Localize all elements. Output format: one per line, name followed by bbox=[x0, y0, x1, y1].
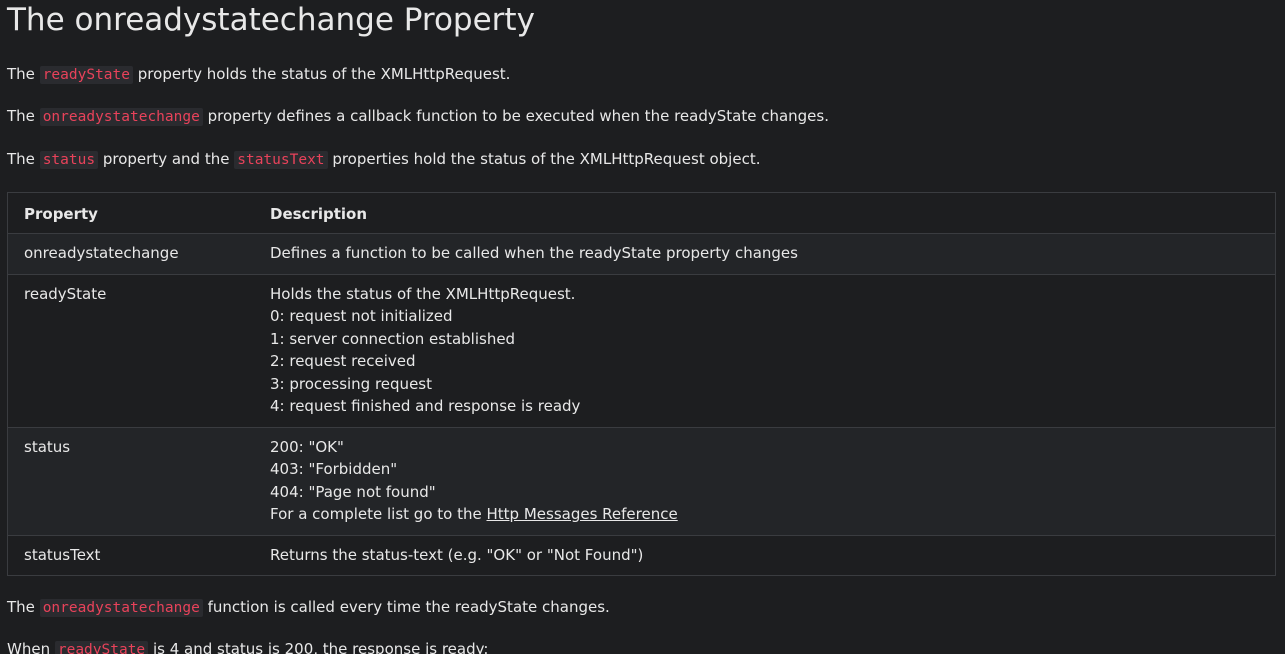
text: function is called every time the readyS… bbox=[207, 598, 610, 616]
property-cell: onreadystatechange bbox=[7, 233, 254, 274]
column-header-property: Property bbox=[24, 204, 98, 223]
table-row: status 200: "OK" 403: "Forbidden" 404: "… bbox=[7, 426, 1276, 535]
description-line: For a complete list go to the Http Messa… bbox=[270, 503, 1259, 526]
description-line: 403: "Forbidden" bbox=[270, 460, 398, 478]
description-cell: Defines a function to be called when the… bbox=[254, 233, 1276, 274]
code-statustext: statusText bbox=[234, 151, 328, 169]
http-messages-reference-link[interactable]: Http Messages Reference bbox=[487, 505, 678, 523]
description-cell: 200: "OK" 403: "Forbidden" 404: "Page no… bbox=[254, 426, 1276, 535]
description-line: Returns the status-text (e.g. "OK" or "N… bbox=[270, 545, 644, 564]
intro-paragraph-onreadystatechange: The onreadystatechange property defines … bbox=[7, 106, 1278, 127]
page: The onreadystatechange Property The read… bbox=[0, 0, 1285, 654]
intro-paragraph-status: The status property and the statusText p… bbox=[7, 149, 1278, 170]
table-row: readyState Holds the status of the XMLHt… bbox=[7, 273, 1276, 427]
property-cell: status bbox=[7, 426, 254, 535]
intro-paragraph-readystate: The readyState property holds the status… bbox=[7, 64, 1278, 85]
description-line: 1: server connection established bbox=[270, 329, 516, 348]
description-line: 3: processing request bbox=[270, 374, 432, 393]
code-readystate: readyState bbox=[39, 66, 133, 84]
table-row: statusText Returns the status-text (e.g.… bbox=[7, 534, 1276, 576]
description-line: 4: request finished and response is read… bbox=[270, 397, 581, 415]
text: The bbox=[7, 150, 35, 168]
code-status: status bbox=[39, 151, 99, 169]
description-cell: Returns the status-text (e.g. "OK" or "N… bbox=[254, 534, 1276, 576]
code-onreadystatechange: onreadystatechange bbox=[39, 599, 203, 617]
table-header-row: Property Description bbox=[8, 193, 1276, 234]
code-readystate: readyState bbox=[54, 641, 149, 654]
description-line: 200: "OK" bbox=[270, 437, 344, 456]
outro-paragraph-ready: When readyState is 4 and status is 200, … bbox=[7, 639, 1278, 654]
description-line: 404: "Page not found" bbox=[270, 482, 436, 501]
description-line: Defines a function to be called when the… bbox=[270, 244, 798, 262]
outro-paragraph-function: The onreadystatechange function is calle… bbox=[7, 597, 1278, 618]
text: is 4 and status is 200, the response is … bbox=[152, 640, 489, 654]
text: property holds the status of the XMLHttp… bbox=[137, 65, 511, 83]
page-title: The onreadystatechange Property bbox=[7, 2, 535, 38]
code-onreadystatechange: onreadystatechange bbox=[39, 108, 203, 126]
description-line: Holds the status of the XMLHttpRequest. bbox=[270, 284, 576, 303]
text: properties hold the status of the XMLHtt… bbox=[332, 150, 761, 168]
table-row: onreadystatechange Defines a function to… bbox=[7, 233, 1276, 274]
description-line: 2: request received bbox=[270, 352, 416, 370]
column-header-description: Description bbox=[270, 204, 368, 223]
text: The bbox=[7, 107, 35, 125]
text: property and the bbox=[102, 150, 230, 168]
text: property defines a callback function to … bbox=[207, 107, 829, 125]
description-line: 0: request not initialized bbox=[270, 307, 453, 325]
text: When bbox=[7, 640, 51, 654]
link-prefix: For a complete list go to the bbox=[270, 505, 482, 523]
text: The bbox=[7, 65, 35, 83]
property-cell: readyState bbox=[7, 273, 254, 427]
description-cell: Holds the status of the XMLHttpRequest. … bbox=[254, 273, 1276, 427]
property-cell: statusText bbox=[7, 534, 254, 576]
property-table: Property Description onreadystatechange … bbox=[7, 192, 1276, 576]
text: The bbox=[7, 598, 35, 616]
